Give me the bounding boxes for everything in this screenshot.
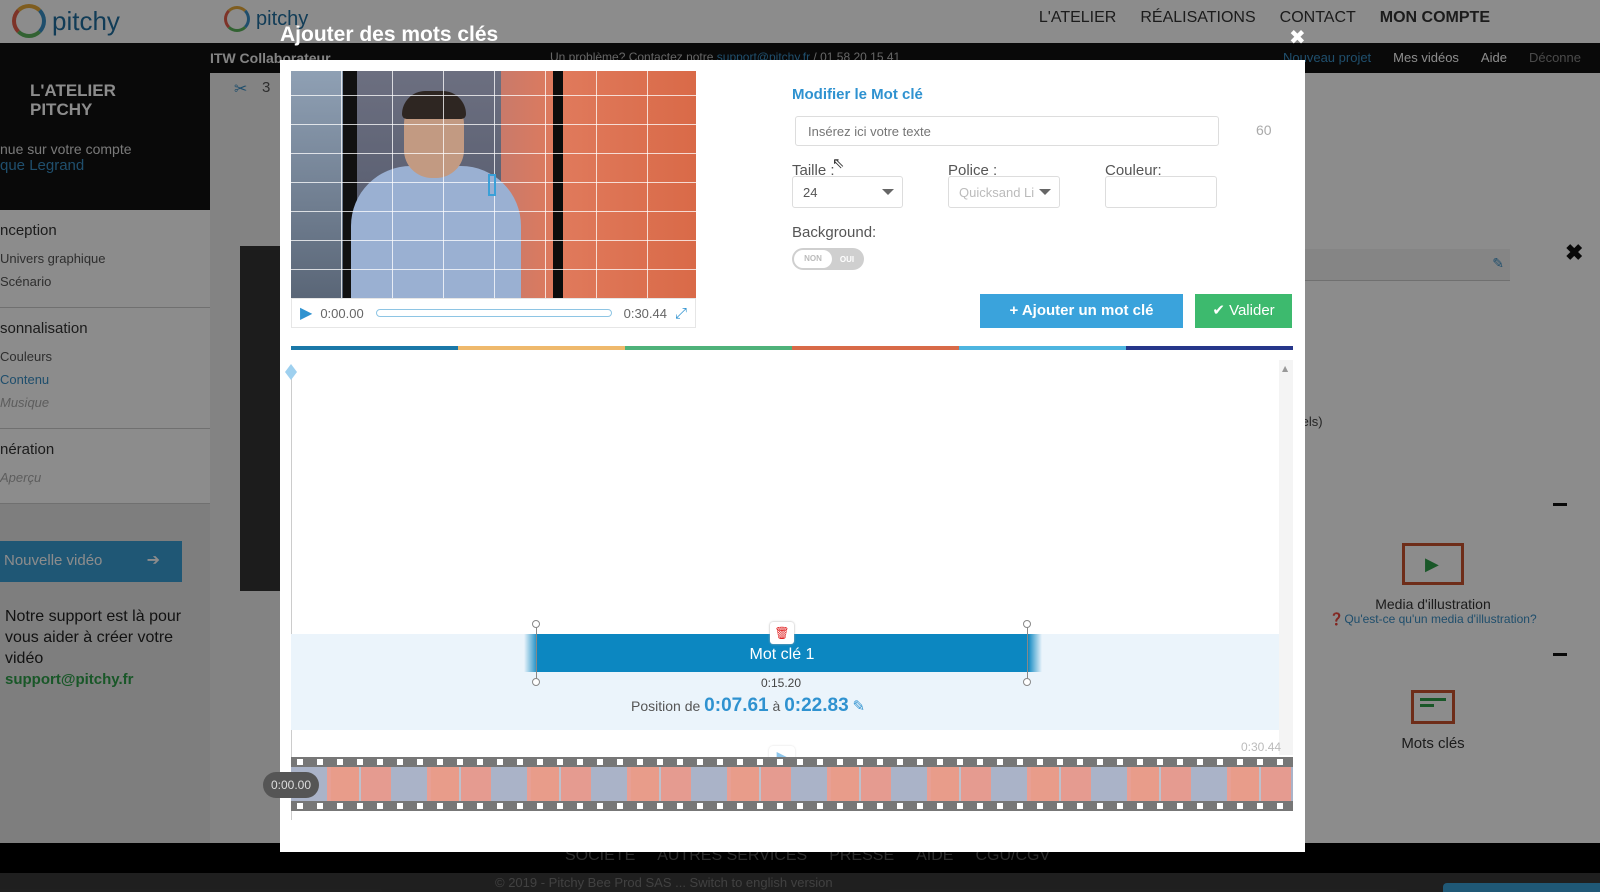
end-time: 0:22.83 <box>784 695 849 716</box>
scroll-up-icon[interactable]: ▲ <box>1282 364 1288 373</box>
color-segment <box>792 346 959 350</box>
toggle-off-label: NON <box>794 250 832 268</box>
background-label: Background: <box>792 224 877 241</box>
end-handle-bottom[interactable] <box>1023 678 1031 686</box>
keyword-position: Position de 0:07.61 à 0:22.83 ✎ <box>631 695 951 717</box>
start-handle-top[interactable] <box>532 620 540 628</box>
color-segment <box>458 346 625 350</box>
chevron-down-icon <box>882 189 894 195</box>
keyword-duration: 0:15.20 <box>760 676 802 690</box>
keyword-text-input[interactable] <box>795 116 1219 146</box>
keyword-end-fade <box>1028 634 1042 672</box>
position-separator: à <box>772 698 781 714</box>
color-segment <box>959 346 1126 350</box>
fullscreen-icon[interactable]: ⤢ <box>675 305 687 322</box>
film-holes <box>291 759 1293 765</box>
playhead-line <box>291 370 292 820</box>
color-strip <box>291 346 1293 350</box>
filmstrip[interactable] <box>291 757 1293 811</box>
editor-title: Modifier le Mot clé <box>792 86 923 103</box>
playhead-handle[interactable] <box>285 364 297 380</box>
size-select[interactable]: 24 <box>792 176 903 208</box>
film-holes <box>291 803 1293 809</box>
duration: 0:30.44 <box>623 305 667 321</box>
check-icon: ✔ <box>1212 302 1230 319</box>
background-toggle[interactable]: NON OUI <box>792 248 864 270</box>
trash-icon[interactable]: 🗑 <box>770 622 794 644</box>
modal-title: Ajouter des mots clés <box>280 23 499 46</box>
start-time: 0:07.61 <box>704 695 769 716</box>
end-handle[interactable] <box>1027 624 1028 682</box>
timeline-end-time: 0:30.44 <box>1241 740 1282 754</box>
color-segment <box>1126 346 1293 350</box>
player-controls: ▶ 0:00.00 0:30.44 ⤢ <box>291 298 696 328</box>
timeline-scrollbar[interactable]: ▲ <box>1279 360 1293 755</box>
validate-button[interactable]: ✔ Valider <box>1195 294 1292 328</box>
chevron-down-icon <box>1039 189 1051 195</box>
add-keyword-button[interactable]: + Ajouter un mot clé <box>980 294 1183 328</box>
mouse-cursor-icon: ⇖ <box>832 154 845 172</box>
toggle-on-label: OUI <box>839 254 855 264</box>
play-icon[interactable]: ▶ <box>300 303 312 323</box>
font-select[interactable]: Quicksand Li <box>948 176 1060 208</box>
video-preview[interactable] <box>291 71 696 298</box>
start-handle[interactable] <box>536 624 537 682</box>
current-time: 0:00.00 <box>320 305 364 321</box>
modal-close-icon[interactable]: ✖ <box>1289 27 1306 47</box>
end-handle-top[interactable] <box>1023 620 1031 628</box>
film-frames <box>291 767 1293 801</box>
char-counter: 60 <box>1256 122 1272 138</box>
progress-bar[interactable] <box>375 309 612 317</box>
cursor-time-badge: 0:00.00 <box>263 772 319 798</box>
keywords-modal: ▶ 0:00.00 0:30.44 ⤢ Modifier le Mot clé … <box>280 60 1305 852</box>
start-handle-bottom[interactable] <box>532 678 540 686</box>
color-input[interactable] <box>1105 176 1217 208</box>
position-prefix: Position de <box>631 698 701 714</box>
size-value: 24 <box>803 185 818 200</box>
pencil-icon[interactable]: ✎ <box>853 698 866 715</box>
color-segment <box>291 346 458 350</box>
color-segment <box>625 346 792 350</box>
font-value: Quicksand Li <box>959 185 1035 200</box>
keyword-editor: Modifier le Mot clé 60 Taille : 24 Polic… <box>792 86 1292 270</box>
keyword-placement-box[interactable] <box>488 174 496 196</box>
